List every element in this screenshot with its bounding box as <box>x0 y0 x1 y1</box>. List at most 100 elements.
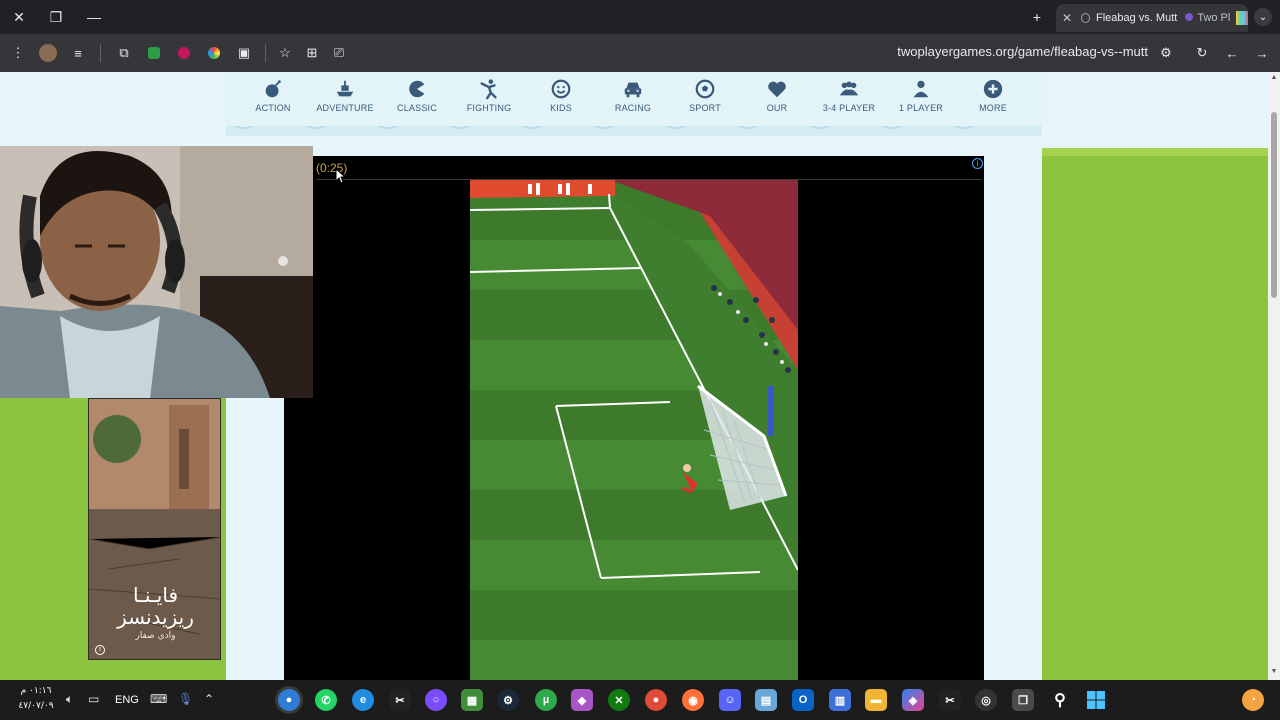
scroll-up-arrow-icon[interactable]: ▲ <box>1270 74 1278 81</box>
new-tab-icon[interactable]: + <box>1026 6 1048 28</box>
obs-app-icon[interactable]: ◎ <box>975 689 997 711</box>
scroll-thumb[interactable] <box>1271 112 1277 298</box>
nav-item-classic[interactable]: CLASSIC <box>381 78 453 113</box>
tab2-title: Two Pl <box>1197 12 1231 24</box>
ship-icon <box>336 80 354 97</box>
search-icon[interactable]: ⚲ <box>1049 689 1071 711</box>
webcam-feed <box>0 146 313 398</box>
ad-title-line2: ريزيدنسز <box>117 605 194 629</box>
tab-fleabag[interactable]: ✕ Fleabag vs. Mutt Two Pl <box>1056 4 1248 32</box>
restore-window-icon[interactable]: ❐ <box>45 6 67 28</box>
bomb-icon <box>265 80 281 98</box>
tray-time: ٠١:١٦ م <box>20 686 52 696</box>
nav-item-adventure[interactable]: ADVENTURE <box>309 78 381 113</box>
page-scrollbar[interactable]: ▲ ▼ <box>1268 72 1280 680</box>
cast-icon[interactable]: ⎚ <box>329 43 349 63</box>
language-indicator[interactable]: ENG <box>115 694 139 706</box>
keyboard-icon[interactable]: ⌨ <box>150 692 167 706</box>
site-settings-icon[interactable]: ⚙ <box>1156 43 1176 63</box>
windows-start-icon[interactable] <box>1085 689 1107 711</box>
ad-info-icon[interactable]: i <box>95 645 105 655</box>
toolbar-divider <box>265 44 266 62</box>
nav-item-3-4-player[interactable]: 3-4 PLAYER <box>813 78 885 113</box>
reading-list-icon[interactable]: ≡ <box>68 43 88 63</box>
tray-chevron-up-icon[interactable]: ⌃ <box>204 692 214 706</box>
microphone-icon[interactable]: 🎙︎ <box>178 692 193 706</box>
store-app-icon[interactable]: ▥ <box>829 689 851 711</box>
steam-app-icon[interactable]: ⚙ <box>497 689 519 711</box>
task-view-icon[interactable]: ❐ <box>1012 689 1034 711</box>
nav-label: MORE <box>979 103 1007 113</box>
tray-date: ٤٧/٠٧/٠٩ <box>18 701 54 711</box>
scroll-down-arrow-icon[interactable]: ▼ <box>1270 668 1278 675</box>
firefox-app-icon[interactable]: ◉ <box>682 689 704 711</box>
notification-icon[interactable]: ◔ <box>1242 689 1264 711</box>
utorrent-app-icon[interactable]: µ <box>535 689 557 711</box>
back-arrow-icon[interactable]: ← <box>1222 43 1242 63</box>
minimize-window-icon[interactable]: — <box>83 6 105 28</box>
nav-label: KIDS <box>550 103 572 113</box>
ball-icon <box>695 79 715 99</box>
tab-title: Fleabag vs. Mutt <box>1096 12 1178 24</box>
minecraft-app-icon[interactable]: ▦ <box>461 689 483 711</box>
advertisement-banner[interactable]: فايـنـا ريزيدنسز وادي صفار i <box>88 398 221 660</box>
mouse-cursor-icon <box>335 168 347 184</box>
smiley-icon <box>551 79 571 99</box>
nav-label: CLASSIC <box>397 103 437 113</box>
app-purple-icon[interactable]: ○ <box>425 689 447 711</box>
nav-item-fighting[interactable]: FIGHTING <box>453 78 525 113</box>
nav-label: OUR <box>766 103 788 113</box>
copilot-app-icon[interactable]: ◈ <box>902 689 924 711</box>
extensions-icon[interactable]: ⧉ <box>114 43 134 63</box>
close-window-icon[interactable]: ✕ <box>8 6 30 28</box>
football-video[interactable] <box>470 180 798 680</box>
app-window-icon[interactable]: ▤ <box>755 689 777 711</box>
forward-arrow-icon[interactable]: → <box>1252 43 1272 63</box>
tab-close-icon[interactable]: ✕ <box>1062 11 1075 25</box>
tab-search-chevron-icon[interactable]: ⌄ <box>1254 8 1272 26</box>
edge-app-icon[interactable]: e <box>352 689 374 711</box>
chrome-app-icon[interactable]: ● <box>278 689 300 711</box>
nav-item-more[interactable]: MORE <box>957 78 1029 113</box>
extension-green-icon[interactable] <box>144 43 164 63</box>
nav-item-our[interactable]: OUR <box>741 78 813 113</box>
menu-kebab-icon[interactable]: ⋮ <box>8 43 28 63</box>
windows-taskbar: ٠١:١٦ م ٤٧/٠٧/٠٩ 🔈︎ ▭ ENG ⌨ 🎙︎ ⌃ ● ✆ e ✂… <box>0 680 1280 720</box>
webcam-overlay <box>0 146 313 398</box>
outlook-app-icon[interactable]: O <box>792 689 814 711</box>
address-bar[interactable]: twoplayergames.org/game/fleabag-vs--mutt <box>860 44 1148 62</box>
nav-item-sport[interactable]: SPORT <box>669 78 741 113</box>
file-explorer-icon[interactable]: ▬ <box>865 689 887 711</box>
nav-item-kids[interactable]: KIDS <box>525 78 597 113</box>
whatsapp-app-icon[interactable]: ✆ <box>315 689 337 711</box>
app-tag-icon[interactable]: ◆ <box>571 689 593 711</box>
nav-item-action[interactable]: ACTION <box>237 78 309 113</box>
nav-label: RACING <box>614 103 652 113</box>
capcut-alt-app-icon[interactable]: ✂ <box>939 689 961 711</box>
extension-ublock-icon[interactable] <box>174 43 194 63</box>
category-nav: ACTION ADVENTURE CLASSIC FIGHTING KIDS R… <box>226 72 1042 126</box>
ad-title-line1: فايـنـا <box>132 583 179 607</box>
profile-avatar-icon[interactable] <box>38 43 58 63</box>
extension-color-icon[interactable] <box>204 43 224 63</box>
extension-box-icon[interactable]: ▣ <box>234 43 254 63</box>
xbox-app-icon[interactable]: ✕ <box>608 689 630 711</box>
plus-circle-icon <box>983 79 1003 99</box>
capcut-app-icon[interactable]: ✂ <box>389 689 411 711</box>
ad-info-icon[interactable]: i <box>972 158 983 169</box>
reload-icon[interactable]: ↻ <box>1192 43 1212 63</box>
bookmark-star-icon[interactable]: ☆ <box>275 43 295 63</box>
nav-item-1-player[interactable]: 1 PLAYER <box>885 78 957 113</box>
tray-clock[interactable]: ٠١:١٦ م ٤٧/٠٧/٠٩ <box>14 684 58 714</box>
car-icon <box>624 82 642 98</box>
tab-second[interactable]: Two Pl <box>1185 12 1230 24</box>
nav-item-racing[interactable]: RACING <box>597 78 669 113</box>
tab-group-icon[interactable] <box>1236 11 1248 25</box>
tab2-favicon-icon <box>1185 13 1194 21</box>
discord-app-icon[interactable]: ☺ <box>719 689 741 711</box>
chrome-alt-app-icon[interactable]: ● <box>645 689 667 711</box>
network-icon[interactable]: ▭ <box>88 692 99 706</box>
translate-icon[interactable]: ⊞ <box>302 43 322 63</box>
tab-favicon-icon <box>1081 13 1090 23</box>
volume-icon[interactable]: 🔈︎ <box>66 692 73 707</box>
